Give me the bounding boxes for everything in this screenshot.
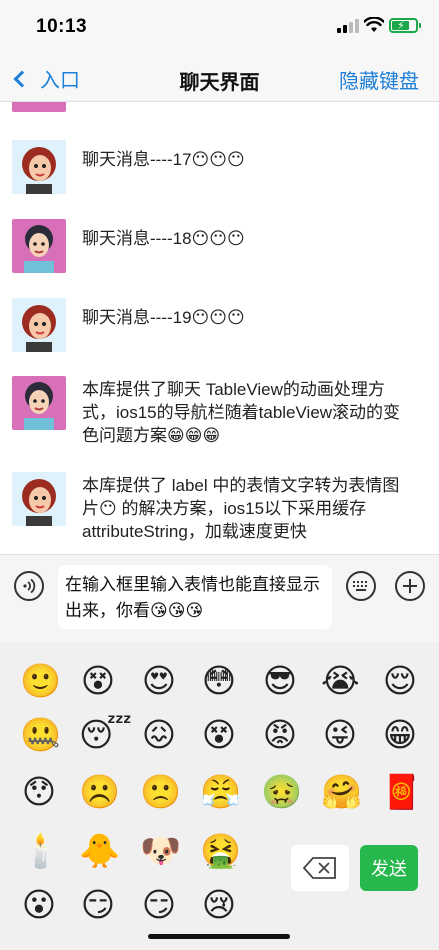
avatar	[12, 376, 66, 430]
emoji-key[interactable]: ☹️	[79, 773, 120, 811]
battery-icon: ⚡	[389, 18, 421, 33]
plus-icon	[403, 579, 417, 593]
emoji-key[interactable]: 😏	[140, 886, 178, 924]
emoji-key[interactable]: 🤗	[321, 773, 362, 811]
send-button[interactable]: 发送	[360, 845, 418, 891]
hide-keyboard-button[interactable]: 隐藏键盘	[339, 65, 419, 94]
avatar	[12, 298, 66, 352]
chat-list[interactable]: 聊天消息----17😶😶😶 聊天消息----18😶😶😶 聊天消息----19😶😶…	[0, 102, 439, 554]
avatar	[12, 472, 66, 526]
home-indicator	[148, 934, 290, 939]
message-text: 本库提供了 label 中的表情文字转为表情图片😶 的解决方案，ios15以下采…	[82, 476, 400, 541]
emoji-key[interactable]: 🤮	[200, 832, 241, 870]
emoji-key[interactable]: 🙁	[140, 773, 181, 811]
emoji-key[interactable]: 🕯️	[20, 832, 61, 870]
message-text: 本库提供了聊天 TableView的动画处理方式，ios15的导航栏随着tabl…	[82, 380, 401, 445]
voice-icon	[23, 578, 36, 594]
emoji-key[interactable]: 🐶	[140, 832, 181, 870]
avatar	[12, 102, 66, 112]
emoji-key[interactable]: 😳	[200, 662, 238, 700]
emoji-key[interactable]: 🤢	[261, 773, 302, 811]
emoji-key[interactable]: 😤	[200, 773, 241, 811]
signal-icon	[337, 19, 359, 33]
message-input[interactable]: 在输入框里输入表情也能直接显示出来，你看😘😘😘	[58, 565, 332, 629]
emoji-key[interactable]: 😜	[321, 716, 359, 754]
emoji-key[interactable]: 🧧	[381, 773, 422, 811]
status-time: 10:13	[36, 16, 88, 37]
emoji-key[interactable]: 😴	[79, 716, 132, 754]
input-bar: 在输入框里输入表情也能直接显示出来，你看😘😘😘	[0, 554, 439, 642]
message-text: 聊天消息----17😶😶😶	[82, 150, 245, 169]
message-text: 聊天消息----19😶😶😶	[82, 308, 245, 327]
emoji-key[interactable]: 😌	[381, 662, 419, 700]
emoji-key[interactable]: 🐥	[79, 832, 120, 870]
emoji-key[interactable]: 😢	[200, 886, 238, 924]
wifi-icon	[364, 17, 384, 32]
keyboard-icon	[353, 581, 367, 591]
emoji-key[interactable]: 😮	[20, 886, 58, 924]
delete-button[interactable]	[291, 845, 349, 891]
emoji-key[interactable]: 😁	[381, 716, 419, 754]
navigation-bar: 入口 聊天界面 隐藏键盘	[0, 56, 439, 102]
emoji-keyboard: 🙂 😵 😍 😳 😎 😭 😌 🤐 😴 😖 😵 😡 😜 😁 😯 ☹️ 🙁 😤 🤢 🤗 🧧 🕯️ 🐥 🐶 🤮 😮 😏 😏 😢 发送	[0, 642, 439, 950]
emoji-key[interactable]: 😎	[261, 662, 299, 700]
emoji-key[interactable]: 😯	[20, 773, 58, 811]
emoji-key[interactable]: 😖	[140, 716, 178, 754]
emoji-key[interactable]: 🙂	[20, 662, 61, 700]
plus-button[interactable]	[395, 571, 425, 601]
keyboard-button[interactable]	[346, 571, 376, 601]
emoji-key[interactable]: 😡	[261, 716, 299, 754]
emoji-key[interactable]: 😭	[321, 662, 360, 700]
emoji-key[interactable]: 😍	[140, 662, 178, 700]
avatar	[12, 219, 66, 273]
avatar	[12, 140, 66, 194]
message-text: 聊天消息----18😶😶😶	[82, 229, 245, 248]
emoji-key[interactable]: 🤐	[20, 716, 61, 754]
status-bar: 10:13 ⚡	[0, 0, 439, 56]
voice-button[interactable]	[14, 571, 44, 601]
emoji-key[interactable]: 😵	[79, 662, 117, 700]
emoji-key[interactable]: 😵	[200, 716, 238, 754]
emoji-key[interactable]: 😏	[79, 886, 117, 924]
backspace-icon	[303, 857, 336, 879]
